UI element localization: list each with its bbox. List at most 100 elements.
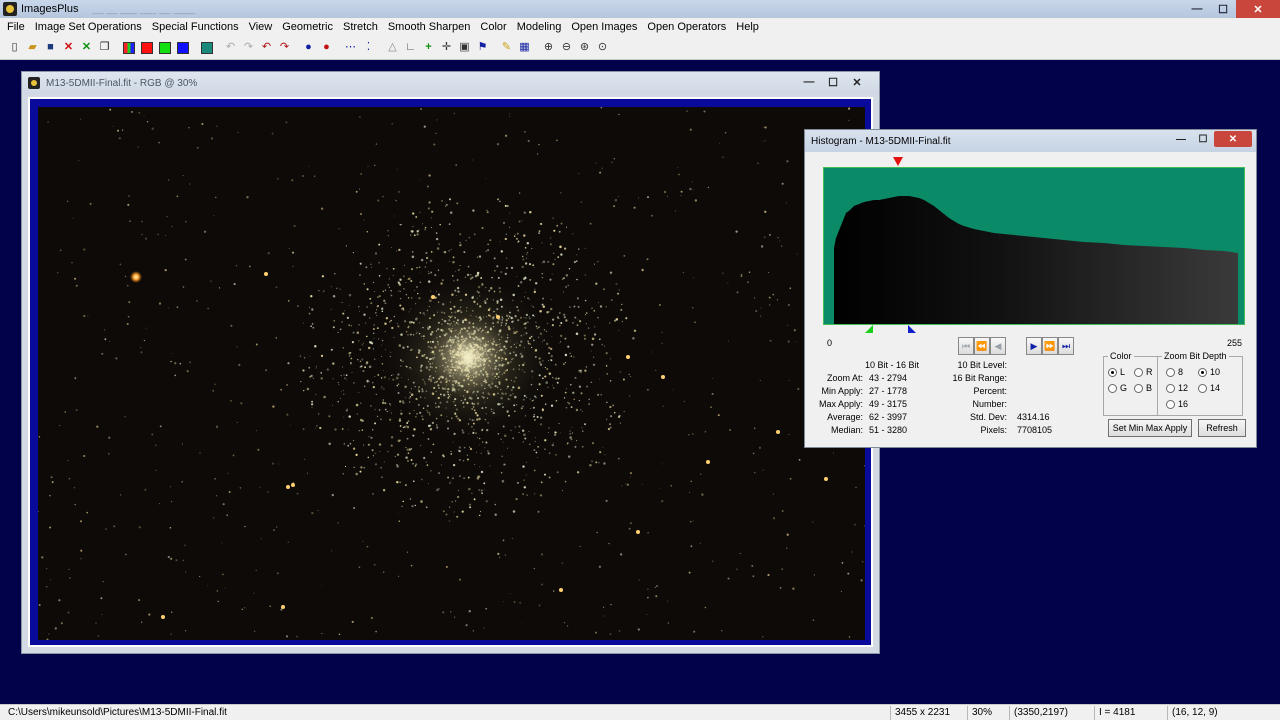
menu-open-images[interactable]: Open Images bbox=[566, 21, 642, 33]
redo-gray-icon[interactable]: ↷ bbox=[240, 39, 257, 56]
close-all-icon[interactable]: ✕ bbox=[78, 39, 95, 56]
crosshair-icon[interactable]: ✛ bbox=[438, 39, 455, 56]
green-channel-icon[interactable] bbox=[156, 39, 173, 56]
save-icon[interactable]: ■ bbox=[42, 39, 59, 56]
zoom-actual-icon[interactable]: ⊙ bbox=[594, 39, 611, 56]
cluster-star bbox=[414, 504, 417, 507]
cluster-star bbox=[318, 289, 320, 292]
background-star bbox=[269, 605, 271, 607]
rgb-channel-icon[interactable] bbox=[120, 39, 137, 56]
menu-stretch[interactable]: Stretch bbox=[338, 21, 383, 33]
color-radio-b[interactable]: B bbox=[1134, 383, 1152, 393]
blue-channel-icon[interactable] bbox=[174, 39, 191, 56]
cluster-star bbox=[419, 211, 421, 214]
radio-dot bbox=[1166, 383, 1175, 393]
cluster-star bbox=[370, 302, 373, 305]
zoom-fit-icon[interactable]: ⊛ bbox=[576, 39, 593, 56]
zoom-at-marker[interactable] bbox=[908, 325, 916, 333]
grid-color-icon[interactable] bbox=[198, 39, 215, 56]
box-select-icon[interactable]: ▣ bbox=[456, 39, 473, 56]
bitdepth-radio-14[interactable]: 14 bbox=[1198, 383, 1220, 393]
undo-icon[interactable]: ↶ bbox=[258, 39, 275, 56]
background-star bbox=[600, 107, 603, 109]
histogram-titlebar[interactable]: Histogram - M13-5DMII-Final.fit — ☐ ✕ bbox=[805, 130, 1256, 152]
background-star bbox=[628, 527, 631, 530]
bitdepth-radio-8[interactable]: 8 bbox=[1166, 367, 1183, 377]
bitdepth-radio-16[interactable]: 16 bbox=[1166, 399, 1188, 409]
plus-green-icon[interactable]: + bbox=[420, 39, 437, 56]
step-fast-left-button[interactable]: ⏪ bbox=[974, 337, 990, 355]
background-star bbox=[41, 556, 44, 559]
background-star bbox=[101, 352, 104, 355]
copy-icon[interactable]: ❐ bbox=[96, 39, 113, 56]
zoom-out-icon[interactable]: ⊖ bbox=[558, 39, 575, 56]
background-star bbox=[115, 357, 118, 360]
menu-modeling[interactable]: Modeling bbox=[512, 21, 567, 33]
menu-special-functions[interactable]: Special Functions bbox=[147, 21, 244, 33]
menu-geometric[interactable]: Geometric bbox=[277, 21, 338, 33]
set-min-max-apply-button[interactable]: Set Min Max Apply bbox=[1108, 419, 1192, 437]
menu-view[interactable]: View bbox=[244, 21, 278, 33]
close-image-icon[interactable]: ✕ bbox=[60, 39, 77, 56]
cluster-star bbox=[565, 387, 568, 390]
image-window-titlebar[interactable]: M13-5DMII-Final.fit - RGB @ 30% — ☐ ✕ bbox=[22, 72, 879, 94]
zoom-in-icon[interactable]: ⊕ bbox=[540, 39, 557, 56]
menu-open-operators[interactable]: Open Operators bbox=[642, 21, 731, 33]
menu-color[interactable]: Color bbox=[475, 21, 511, 33]
menu-smooth-sharpen[interactable]: Smooth Sharpen bbox=[383, 21, 476, 33]
image-maximize-button[interactable]: ☐ bbox=[821, 74, 845, 90]
jump-last-right-button[interactable]: ⏭ bbox=[1058, 337, 1074, 355]
color-radio-l[interactable]: L bbox=[1108, 367, 1125, 377]
image-flag-icon[interactable]: ⚑ bbox=[474, 39, 491, 56]
record-blue-icon[interactable]: ● bbox=[300, 39, 317, 56]
color-radio-g[interactable]: G bbox=[1108, 383, 1127, 393]
bitdepth-radio-10[interactable]: 10 bbox=[1198, 367, 1220, 377]
image-close-button[interactable]: ✕ bbox=[845, 74, 869, 90]
app-maximize-button[interactable]: ☐ bbox=[1210, 0, 1236, 18]
histogram-window[interactable]: Histogram - M13-5DMII-Final.fit — ☐ ✕ 0 … bbox=[804, 129, 1257, 448]
histogram-maximize-button[interactable]: ☐ bbox=[1192, 131, 1214, 147]
cluster-star bbox=[559, 245, 562, 249]
pencil-icon[interactable]: ✎ bbox=[498, 39, 515, 56]
image-minimize-button[interactable]: — bbox=[797, 74, 821, 90]
scatter-points-icon[interactable]: ⁚ bbox=[360, 39, 377, 56]
app-close-button[interactable]: ✕ bbox=[1236, 0, 1280, 18]
min-apply-marker[interactable] bbox=[865, 325, 873, 333]
background-star bbox=[729, 429, 732, 431]
redo-icon[interactable]: ↷ bbox=[276, 39, 293, 56]
jump-first-left-button[interactable]: ⏮ bbox=[958, 337, 974, 355]
background-star bbox=[596, 531, 598, 534]
histogram-minimize-button[interactable]: — bbox=[1170, 131, 1192, 147]
triangle-icon[interactable]: △ bbox=[384, 39, 401, 56]
cluster-star bbox=[535, 451, 538, 454]
app-minimize-button[interactable]: — bbox=[1184, 0, 1210, 18]
zoom-at-value: 43 - 2794 bbox=[869, 373, 908, 383]
bitdepth-radio-12[interactable]: 12 bbox=[1166, 383, 1188, 393]
menu-file[interactable]: File bbox=[2, 21, 30, 33]
step-left-button[interactable]: ◀ bbox=[990, 337, 1006, 355]
step-fast-right-button[interactable]: ⏩ bbox=[1042, 337, 1058, 355]
cluster-star bbox=[564, 285, 568, 289]
histogram-close-button[interactable]: ✕ bbox=[1214, 131, 1252, 147]
open-folder-icon[interactable]: ▰ bbox=[24, 39, 41, 56]
step-right-button[interactable]: ▶ bbox=[1026, 337, 1042, 355]
star-field-image[interactable] bbox=[38, 107, 865, 640]
corner-icon[interactable]: ∟ bbox=[402, 39, 419, 56]
max-apply-marker[interactable] bbox=[893, 157, 903, 166]
refresh-button[interactable]: Refresh bbox=[1198, 419, 1246, 437]
record-red-icon[interactable]: ● bbox=[318, 39, 335, 56]
menu-image-set-operations[interactable]: Image Set Operations bbox=[30, 21, 147, 33]
menu-help[interactable]: Help bbox=[731, 21, 764, 33]
dotted-line-icon[interactable]: ⋯ bbox=[342, 39, 359, 56]
image-window[interactable]: M13-5DMII-Final.fit - RGB @ 30% — ☐ ✕ bbox=[21, 71, 880, 654]
cluster-star bbox=[391, 412, 393, 414]
background-star bbox=[186, 370, 189, 373]
background-star bbox=[109, 108, 112, 111]
color-radio-r[interactable]: R bbox=[1134, 367, 1153, 377]
cluster-star bbox=[572, 233, 574, 235]
red-channel-icon[interactable] bbox=[138, 39, 155, 56]
new-file-icon[interactable]: ▯ bbox=[6, 39, 23, 56]
undo-gray-icon[interactable]: ↶ bbox=[222, 39, 239, 56]
histogram-plot[interactable] bbox=[823, 167, 1245, 325]
grid-icon[interactable]: ▦ bbox=[516, 39, 533, 56]
